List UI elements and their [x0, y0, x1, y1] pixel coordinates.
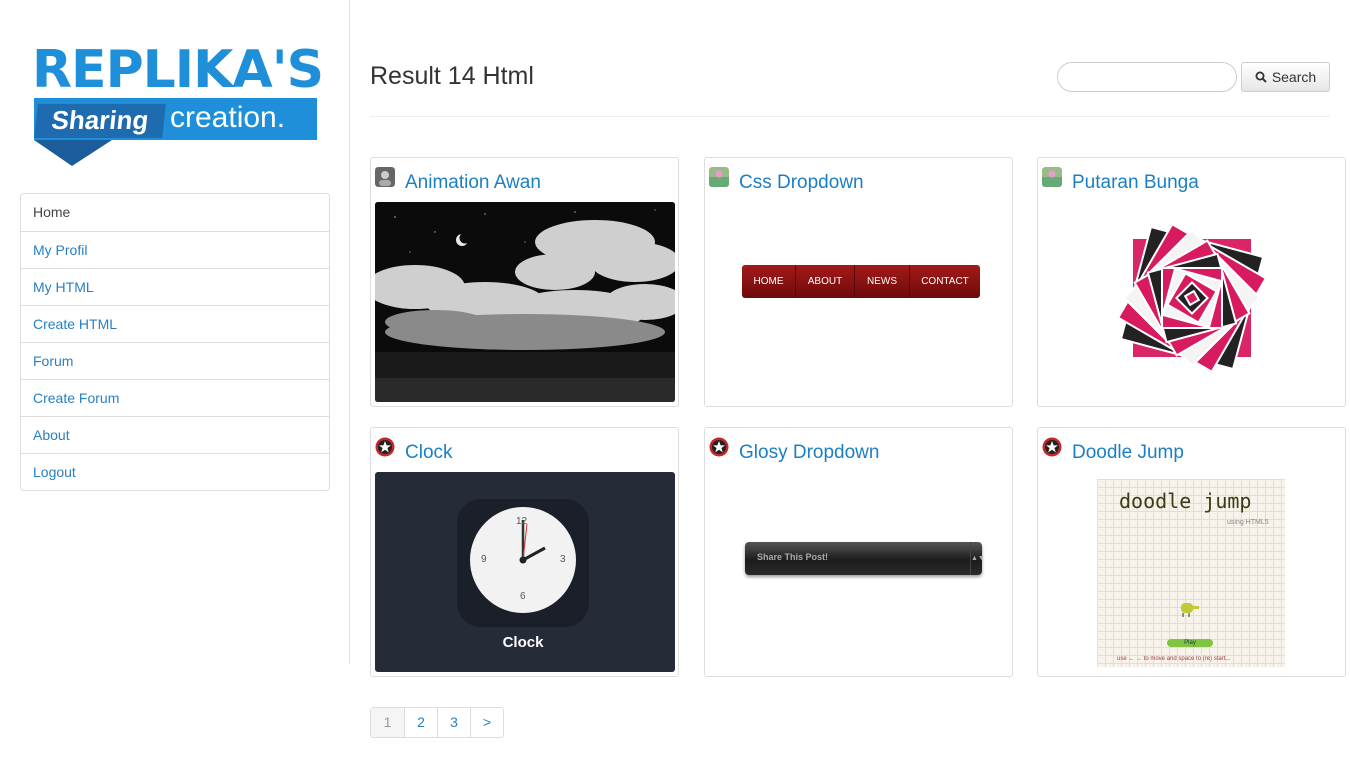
logo-creation: creation.	[170, 101, 286, 134]
page-2[interactable]: 2	[404, 708, 437, 737]
clock-number-12: 12	[516, 516, 528, 527]
page-next[interactable]: >	[470, 708, 503, 737]
clock-number-3: 3	[560, 554, 566, 565]
logo-band: Sharing creation.	[34, 98, 317, 140]
chevron-updown-icon: ▲▼	[970, 542, 985, 575]
site-logo[interactable]: REPLIKA'S Sharing creation.	[32, 40, 324, 170]
doodle-canvas: doodle jump using HTML5 Play use ← → to …	[1097, 479, 1285, 667]
search-button-label: Search	[1271, 69, 1317, 85]
nav-forum[interactable]: Forum	[21, 342, 329, 379]
nav-create-forum[interactable]: Create Forum	[21, 379, 329, 416]
dropdown-menu-bar: HOME ABOUT NEWS CONTACT	[742, 265, 980, 298]
search-button[interactable]: Search	[1241, 62, 1330, 92]
glossy-select: Share This Post! ▲▼	[745, 542, 985, 575]
clock-number-6: 6	[520, 591, 526, 602]
card-title-link[interactable]: Clock	[405, 442, 453, 464]
menu-item: ABOUT	[796, 265, 855, 298]
card-title-link[interactable]: Css Dropdown	[739, 172, 864, 194]
star-badge-icon	[375, 437, 395, 457]
pagination: 1 2 3 >	[370, 707, 504, 738]
menu-item: NEWS	[855, 265, 910, 298]
sidebar: REPLIKA'S Sharing creation. Home My Prof…	[0, 0, 350, 664]
card-thumbnail-css-dropdown[interactable]: HOME ABOUT NEWS CONTACT	[709, 202, 1009, 402]
result-card: Glosy Dropdown Share This Post! ▲▼	[704, 427, 1013, 677]
page-1[interactable]: 1	[371, 708, 404, 737]
clock-caption: Clock	[502, 634, 544, 651]
star-badge-icon	[1042, 437, 1062, 457]
star-badge-icon	[709, 437, 729, 457]
nav-my-profil[interactable]: My Profil	[21, 231, 329, 268]
menu-item: CONTACT	[921, 276, 969, 287]
doodle-play-button: Play	[1184, 640, 1196, 646]
doodle-instructions: use ← → to move and space to (re) start.…	[1117, 656, 1231, 662]
result-card: Doodle Jump doodle jump using HTML5 Play…	[1037, 427, 1346, 677]
result-card: Css Dropdown HOME ABOUT NEWS CONTACT	[704, 157, 1013, 407]
sidebar-nav: Home My Profil My HTML Create HTML Forum…	[20, 193, 330, 491]
card-title-link[interactable]: Doodle Jump	[1072, 442, 1184, 464]
card-thumbnail-clouds[interactable]	[375, 202, 675, 402]
menu-item: HOME	[742, 265, 796, 298]
card-thumbnail-flower[interactable]	[1042, 202, 1342, 402]
card-title-link[interactable]: Animation Awan	[405, 172, 541, 194]
card-thumbnail-clock[interactable]: 12 3 6 9 Clock	[375, 472, 675, 672]
nav-about[interactable]: About	[21, 416, 329, 453]
profile-avatar-icon	[375, 167, 395, 187]
result-card: Clock 12 3 6 9 Clock	[370, 427, 679, 677]
logo-ribbon	[34, 140, 112, 166]
card-title-link[interactable]: Glosy Dropdown	[739, 442, 879, 464]
nav-home[interactable]: Home	[21, 194, 329, 231]
result-card: Putaran Bunga	[1037, 157, 1346, 407]
page-3[interactable]: 3	[437, 708, 470, 737]
header-divider	[370, 116, 1330, 117]
glossy-select-label: Share This Post!	[757, 552, 829, 562]
profile-avatar-icon	[709, 167, 729, 187]
clock-number-9: 9	[481, 554, 487, 565]
logo-line1: REPLIKA'S	[32, 40, 324, 100]
logo-sharing: Sharing	[34, 104, 166, 138]
profile-avatar-icon	[1042, 167, 1062, 187]
card-thumbnail-glossy-dropdown[interactable]: Share This Post! ▲▼	[709, 472, 1009, 672]
nav-logout[interactable]: Logout	[21, 453, 329, 490]
nav-create-html[interactable]: Create HTML	[21, 305, 329, 342]
nav-my-html[interactable]: My HTML	[21, 268, 329, 305]
card-title-link[interactable]: Putaran Bunga	[1072, 172, 1199, 194]
search-icon	[1255, 71, 1267, 83]
card-thumbnail-doodle-jump[interactable]: doodle jump using HTML5 Play use ← → to …	[1042, 472, 1342, 672]
result-card: Animation Awan	[370, 157, 679, 407]
page-title: Result 14 Html	[370, 62, 534, 90]
search-input[interactable]	[1057, 62, 1237, 92]
